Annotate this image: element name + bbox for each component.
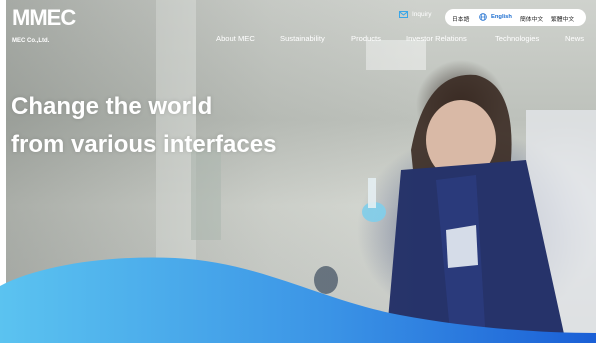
main-nav: About MEC Sustainability Products Invest… [0, 34, 596, 46]
mail-icon [399, 11, 408, 18]
hero-wave-decoration [0, 257, 596, 343]
nav-sustainability[interactable]: Sustainability [280, 34, 325, 43]
inquiry-link[interactable]: Inquiry [399, 11, 432, 18]
nav-news[interactable]: News [565, 34, 584, 43]
inquiry-label: Inquiry [412, 11, 432, 18]
lang-simplified-chinese[interactable]: 簡体中文 [520, 14, 543, 23]
headline-line-1: Change the world [11, 93, 213, 120]
lang-english[interactable]: English [491, 14, 512, 20]
nav-investor-relations[interactable]: Investor Relations [406, 34, 467, 43]
lang-traditional-chinese[interactable]: 繁體中文 [551, 14, 574, 23]
hero-headline: Change the world from various interfaces [11, 88, 276, 164]
nav-technologies[interactable]: Technologies [495, 34, 539, 43]
nav-products[interactable]: Products [351, 34, 381, 43]
page: MMEC MEC Co.,Ltd. Inquiry 日本語 English 簡体… [0, 0, 596, 343]
headline-line-2: from various interfaces [11, 131, 277, 158]
nav-about-mec[interactable]: About MEC [216, 34, 255, 43]
language-switcher: 日本語 English 簡体中文 繁體中文 [445, 9, 586, 26]
lang-japanese[interactable]: 日本語 [452, 14, 469, 23]
logo-mark: MMEC [12, 5, 76, 30]
globe-icon [479, 13, 487, 21]
